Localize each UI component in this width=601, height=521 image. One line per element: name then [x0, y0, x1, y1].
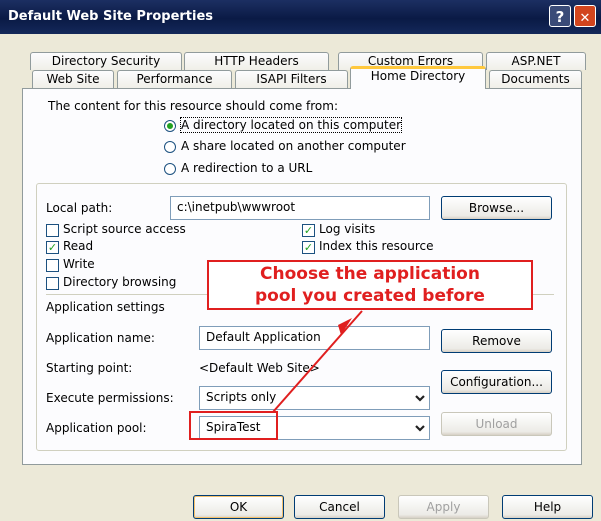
tab-home-directory[interactable]: Home Directory — [350, 66, 486, 89]
ok-button[interactable]: OK — [193, 495, 284, 519]
annotation-line-1: Choose the application — [260, 264, 480, 284]
annotation-line-2: pool you created before — [255, 286, 485, 306]
help-footer-button[interactable]: Help — [502, 495, 593, 519]
apply-button[interactable]: Apply — [398, 495, 489, 519]
annotation-callout: Choose the application pool you created … — [207, 260, 533, 310]
dialog-window: Default Web Site Properties ? ✕ Director… — [0, 0, 601, 521]
cancel-button[interactable]: Cancel — [294, 495, 385, 519]
